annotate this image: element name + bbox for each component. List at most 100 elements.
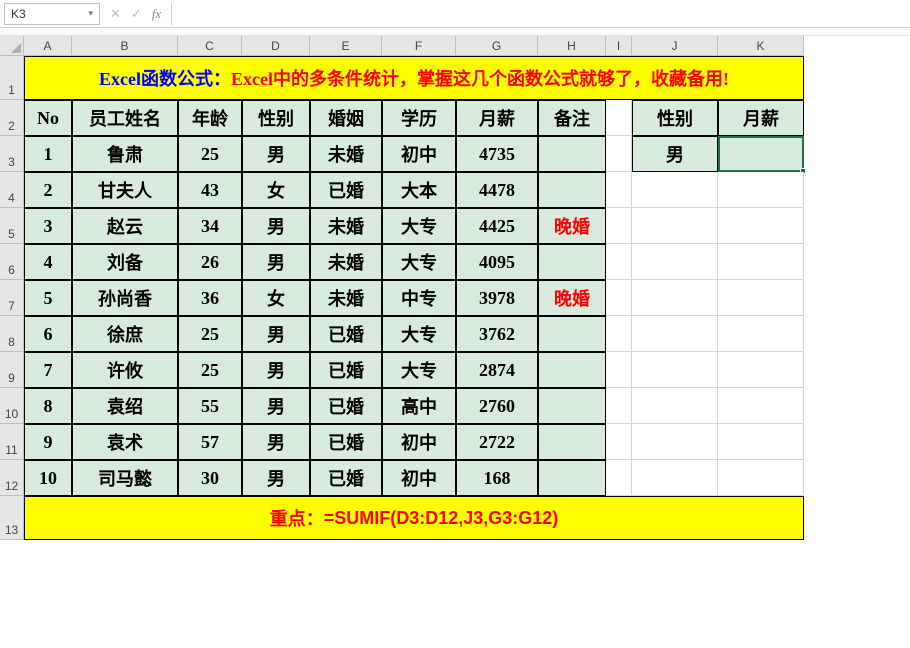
th-note[interactable]: 备注 xyxy=(538,100,606,136)
side-th-sex[interactable]: 性别 xyxy=(632,100,718,136)
td-salary[interactable]: 3762 xyxy=(456,316,538,352)
td-salary[interactable]: 168 xyxy=(456,460,538,496)
td-edu[interactable]: 大本 xyxy=(382,172,456,208)
td-name[interactable]: 袁绍 xyxy=(72,388,178,424)
td-name[interactable]: 鲁肃 xyxy=(72,136,178,172)
td-salary[interactable]: 4425 xyxy=(456,208,538,244)
cell[interactable] xyxy=(606,280,632,316)
td-sex[interactable]: 男 xyxy=(242,244,310,280)
row-header[interactable]: 12 xyxy=(0,460,24,496)
col-header[interactable]: G xyxy=(456,36,538,56)
row-header[interactable]: 6 xyxy=(0,244,24,280)
td-name[interactable]: 徐庶 xyxy=(72,316,178,352)
row-header[interactable]: 5 xyxy=(0,208,24,244)
td-no[interactable]: 1 xyxy=(24,136,72,172)
td-note[interactable] xyxy=(538,244,606,280)
td-edu[interactable]: 大专 xyxy=(382,244,456,280)
cell[interactable] xyxy=(606,460,632,496)
cell[interactable] xyxy=(632,352,718,388)
td-no[interactable]: 5 xyxy=(24,280,72,316)
cell[interactable] xyxy=(606,424,632,460)
td-edu[interactable]: 初中 xyxy=(382,424,456,460)
cell[interactable] xyxy=(718,388,804,424)
td-note[interactable]: 晚婚 xyxy=(538,280,606,316)
td-name[interactable]: 孙尚香 xyxy=(72,280,178,316)
cell[interactable] xyxy=(606,316,632,352)
cell[interactable] xyxy=(718,316,804,352)
cell[interactable] xyxy=(632,388,718,424)
td-marry[interactable]: 未婚 xyxy=(310,136,382,172)
td-note[interactable] xyxy=(538,352,606,388)
fx-icon[interactable]: fx xyxy=(152,6,161,22)
td-note[interactable]: 晚婚 xyxy=(538,208,606,244)
td-age[interactable]: 55 xyxy=(178,388,242,424)
col-header[interactable]: E xyxy=(310,36,382,56)
td-no[interactable]: 4 xyxy=(24,244,72,280)
cell[interactable] xyxy=(632,172,718,208)
th-name[interactable]: 员工姓名 xyxy=(72,100,178,136)
td-salary[interactable]: 3978 xyxy=(456,280,538,316)
td-name[interactable]: 赵云 xyxy=(72,208,178,244)
th-edu[interactable]: 学历 xyxy=(382,100,456,136)
td-marry[interactable]: 已婚 xyxy=(310,460,382,496)
row-header[interactable]: 9 xyxy=(0,352,24,388)
td-age[interactable]: 34 xyxy=(178,208,242,244)
cell[interactable] xyxy=(718,280,804,316)
col-header[interactable]: D xyxy=(242,36,310,56)
cell[interactable] xyxy=(718,208,804,244)
td-note[interactable] xyxy=(538,424,606,460)
enter-icon[interactable]: ✓ xyxy=(131,6,142,22)
spreadsheet-grid[interactable]: A B C D E F G H I J K 1 Excel函数公式： Excel… xyxy=(0,36,910,540)
td-marry[interactable]: 已婚 xyxy=(310,424,382,460)
cell[interactable] xyxy=(606,172,632,208)
td-no[interactable]: 10 xyxy=(24,460,72,496)
td-sex[interactable]: 男 xyxy=(242,316,310,352)
col-header[interactable]: B xyxy=(72,36,178,56)
row-header[interactable]: 11 xyxy=(0,424,24,460)
td-age[interactable]: 26 xyxy=(178,244,242,280)
select-all-corner[interactable] xyxy=(0,36,24,56)
td-marry[interactable]: 已婚 xyxy=(310,316,382,352)
col-header[interactable]: J xyxy=(632,36,718,56)
th-no[interactable]: No xyxy=(24,100,72,136)
td-edu[interactable]: 中专 xyxy=(382,280,456,316)
col-header[interactable]: K xyxy=(718,36,804,56)
td-marry[interactable]: 已婚 xyxy=(310,388,382,424)
td-sex[interactable]: 男 xyxy=(242,352,310,388)
td-name[interactable]: 甘夫人 xyxy=(72,172,178,208)
th-sex[interactable]: 性别 xyxy=(242,100,310,136)
cell[interactable] xyxy=(606,244,632,280)
row-header[interactable]: 10 xyxy=(0,388,24,424)
td-salary[interactable]: 2760 xyxy=(456,388,538,424)
td-edu[interactable]: 初中 xyxy=(382,136,456,172)
cell[interactable] xyxy=(632,316,718,352)
cell[interactable] xyxy=(718,460,804,496)
td-sex[interactable]: 男 xyxy=(242,460,310,496)
td-note[interactable] xyxy=(538,460,606,496)
cell[interactable] xyxy=(632,424,718,460)
td-salary[interactable]: 2874 xyxy=(456,352,538,388)
td-age[interactable]: 25 xyxy=(178,316,242,352)
row-header[interactable]: 1 xyxy=(0,56,24,100)
td-edu[interactable]: 大专 xyxy=(382,316,456,352)
td-note[interactable] xyxy=(538,172,606,208)
th-marry[interactable]: 婚姻 xyxy=(310,100,382,136)
td-salary[interactable]: 4735 xyxy=(456,136,538,172)
td-marry[interactable]: 未婚 xyxy=(310,280,382,316)
cell[interactable] xyxy=(632,280,718,316)
td-no[interactable]: 9 xyxy=(24,424,72,460)
side-td-sex[interactable]: 男 xyxy=(632,136,718,172)
row-header[interactable]: 4 xyxy=(0,172,24,208)
td-age[interactable]: 30 xyxy=(178,460,242,496)
banner-cell[interactable]: Excel函数公式： Excel中的多条件统计，掌握这几个函数公式就够了，收藏备… xyxy=(24,56,804,100)
td-marry[interactable]: 已婚 xyxy=(310,172,382,208)
row-header[interactable]: 7 xyxy=(0,280,24,316)
td-age[interactable]: 25 xyxy=(178,136,242,172)
td-age[interactable]: 43 xyxy=(178,172,242,208)
td-age[interactable]: 57 xyxy=(178,424,242,460)
col-header[interactable]: H xyxy=(538,36,606,56)
name-box[interactable]: K3 ▾ xyxy=(4,3,100,25)
cell[interactable] xyxy=(606,352,632,388)
footer-cell[interactable]: 重点： =SUMIF(D3:D12,J3,G3:G12) xyxy=(24,496,804,540)
col-header[interactable]: F xyxy=(382,36,456,56)
